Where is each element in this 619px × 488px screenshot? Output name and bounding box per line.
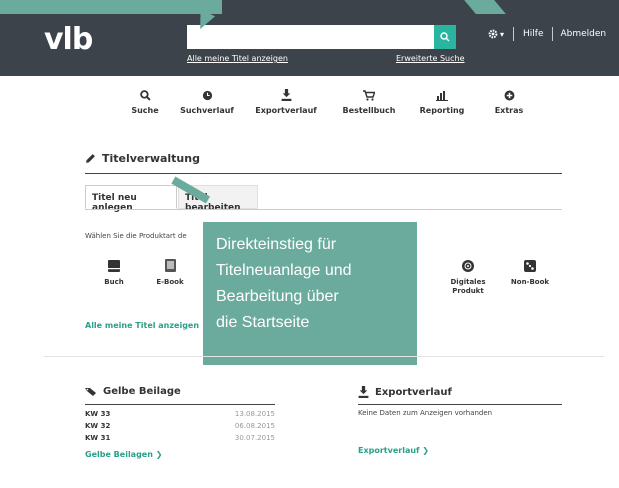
gelbe-beilagen-link[interactable]: Gelbe Beilagen ❯ — [85, 450, 162, 459]
callout-text: Bearbeitung über — [216, 288, 339, 305]
search-icon — [110, 88, 180, 106]
pencil-icon — [86, 154, 95, 163]
export-icon — [251, 88, 321, 106]
nav-item-history[interactable]: Suchverlauf — [172, 88, 242, 115]
week-cell: KW 32 — [85, 422, 111, 430]
product-ebook[interactable]: E-Book — [138, 258, 202, 287]
product-label: Buch — [104, 278, 124, 286]
empty-state-text: Keine Daten zum Anzeigen vorhanden — [358, 409, 493, 417]
date-cell: 13.08.2015 — [234, 410, 275, 418]
table-row[interactable]: KW 33 13.08.2015 — [85, 410, 275, 421]
search-input[interactable] — [187, 25, 434, 49]
titelverwaltung-heading: Titelverwaltung — [85, 152, 200, 165]
product-digital[interactable]: Digitales Produkt — [436, 258, 500, 296]
history-icon — [172, 88, 242, 106]
nav-label: Exportverlauf — [255, 106, 317, 115]
gelbe-beilage-heading: Gelbe Beilage — [85, 386, 181, 397]
search-icon — [440, 32, 450, 42]
product-type-prompt: Wählen Sie die Produktart de — [85, 232, 187, 240]
ebook-icon — [138, 258, 202, 278]
table-row[interactable]: KW 31 30.07.2015 — [85, 434, 275, 445]
header-separator — [513, 27, 515, 41]
export-icon — [358, 386, 369, 398]
info-callout: Direkteinstieg für Titelneuanlage und Be… — [203, 222, 417, 365]
help-link[interactable]: Hilfe — [523, 29, 543, 39]
main-nav: Suche Suchverlauf Exportverlauf Bestellb… — [110, 88, 530, 124]
box-divider — [85, 404, 275, 405]
product-label: E-Book — [156, 278, 184, 286]
tag-icon — [85, 387, 96, 396]
product-label: Produkt — [452, 287, 484, 295]
page-divider — [44, 356, 604, 357]
advanced-search-link[interactable]: Erweiterte Suche — [396, 54, 465, 63]
callout-text: die Startseite — [216, 314, 310, 331]
product-label: Digitales — [450, 278, 486, 286]
chevron-down-icon: ▾ — [500, 29, 505, 39]
box-title-text: Exportverlauf — [375, 386, 452, 398]
box-title-text: Gelbe Beilage — [103, 386, 181, 397]
section-divider — [85, 173, 562, 174]
nav-item-export[interactable]: Exportverlauf — [251, 88, 321, 115]
callout-tip-left — [0, 0, 222, 14]
nav-item-orders[interactable]: Bestellbuch — [334, 88, 404, 115]
product-label: Non-Book — [510, 278, 550, 286]
plus-circle-icon — [474, 88, 544, 106]
nav-item-extras[interactable]: Extras — [474, 88, 544, 115]
nav-label: Reporting — [419, 106, 465, 115]
settings-menu[interactable]: ▾ — [488, 29, 504, 39]
exportverlauf-heading: Exportverlauf — [358, 386, 452, 398]
exportverlauf-link[interactable]: Exportverlauf ❯ — [358, 446, 429, 455]
nav-label: Extras — [494, 106, 524, 115]
callout-text: Titelneuanlage und — [216, 262, 352, 279]
nav-item-reporting[interactable]: Reporting — [407, 88, 477, 115]
nav-label: Bestellbuch — [342, 106, 396, 115]
all-titles-link[interactable]: Alle meine Titel anzeigen — [85, 321, 199, 330]
table-row[interactable]: KW 32 06.08.2015 — [85, 422, 275, 433]
dice-icon — [498, 258, 562, 278]
bar-chart-icon — [407, 88, 477, 106]
tab-new-title[interactable]: Titel neu anlegen — [85, 185, 177, 213]
date-cell: 06.08.2015 — [234, 422, 275, 430]
nav-label: Suche — [131, 106, 159, 115]
box-divider — [358, 404, 562, 405]
product-book[interactable]: Buch — [82, 258, 146, 287]
gear-icon — [488, 29, 498, 39]
cart-icon — [334, 88, 404, 106]
book-icon — [82, 258, 146, 278]
vlb-logo[interactable]: vlb — [44, 22, 93, 57]
product-nonbook[interactable]: Non-Book — [498, 258, 562, 287]
disc-icon — [436, 258, 500, 278]
my-titles-link[interactable]: Alle meine Titel anzeigen — [187, 54, 288, 63]
week-cell: KW 33 — [85, 410, 111, 418]
nav-item-search[interactable]: Suche — [110, 88, 180, 115]
nav-label: Suchverlauf — [180, 106, 234, 115]
week-cell: KW 31 — [85, 434, 111, 442]
tabs-divider — [85, 209, 562, 210]
logout-link[interactable]: Abmelden — [561, 29, 607, 39]
section-title-text: Titelverwaltung — [102, 152, 200, 165]
date-cell: 30.07.2015 — [234, 434, 275, 442]
header-user-menu: ▾ Hilfe Abmelden — [488, 27, 606, 41]
header-separator — [551, 27, 553, 41]
search-button[interactable] — [434, 25, 456, 49]
callout-text: Direkteinstieg für — [216, 236, 337, 253]
